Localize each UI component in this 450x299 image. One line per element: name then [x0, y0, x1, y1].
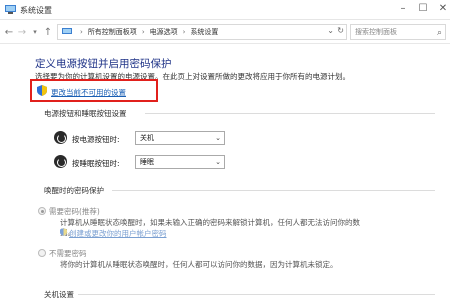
power-button-label: 按电源按钮时:	[72, 135, 120, 144]
shield-icon	[60, 228, 67, 236]
sleep-button-icon	[54, 155, 67, 168]
up-icon[interactable]: ↑	[42, 26, 54, 38]
breadcrumb-item-all-items[interactable]: 所有控制面板项	[88, 27, 137, 37]
minimize-button[interactable]: –	[396, 3, 410, 15]
change-unavailable-settings-link[interactable]: 更改当前不可用的设置	[51, 87, 126, 98]
address-bar: ← → ▾ ↑ › 所有控制面板项 › 电源选项 › 系统设置 ⌄ ↻ 搜索控制…	[0, 20, 450, 44]
require-password-label: 需要密码(推荐)	[49, 207, 100, 216]
sleep-button-label: 按睡眠按钮时:	[72, 159, 120, 168]
recent-locations-icon[interactable]: ▾	[29, 26, 41, 38]
forward-icon[interactable]: →	[16, 26, 28, 38]
breadcrumb-separator: ›	[141, 28, 145, 36]
maximize-button[interactable]: ☐	[416, 3, 430, 15]
section-heading-wake-password: 唤醒时的密码保护	[44, 186, 104, 195]
breadcrumb-item-system-settings[interactable]: 系统设置	[190, 27, 218, 37]
no-password-desc: 将你的计算机从睡眠状态唤醒时，任何人都可以访问你的数据，因为计算机未锁定。	[60, 260, 338, 269]
chevron-down-icon[interactable]: ⌄	[327, 26, 334, 35]
control-panel-icon	[5, 5, 16, 14]
section-heading-buttons: 电源按钮和睡眠按钮设置	[44, 109, 127, 118]
breadcrumb-separator: ›	[80, 28, 83, 36]
chevron-down-icon: ⌄	[215, 134, 221, 142]
back-icon[interactable]: ←	[3, 26, 15, 38]
breadcrumb-item-power-options[interactable]: 电源选项	[150, 27, 178, 37]
breadcrumb[interactable]: › 所有控制面板项 › 电源选项 › 系统设置 ⌄ ↻	[57, 24, 347, 40]
power-button-action-select[interactable]: 关机 ⌄	[135, 131, 225, 145]
control-panel-folder-icon	[62, 28, 72, 34]
search-placeholder: 搜索控制面板	[355, 28, 397, 36]
search-icon: ⌕	[436, 28, 442, 38]
require-password-desc-line-1: 计算机从睡眠状态唤醒时，如果未输入正确的密码来解锁计算机，任何人都无法访问你的数	[60, 218, 360, 227]
shield-icon	[37, 85, 47, 96]
section-heading-shutdown: 关机设置	[44, 290, 74, 299]
window-title: 系统设置	[20, 6, 52, 15]
chevron-down-icon: ⌄	[215, 158, 221, 166]
no-password-label: 不需要密码	[49, 249, 87, 258]
create-change-password-link[interactable]: 创建或更改你的用户帐户密码	[69, 228, 167, 239]
close-button[interactable]: ✕	[436, 3, 450, 15]
title-bar: 系统设置 – ☐ ✕	[0, 0, 450, 20]
section-divider	[112, 190, 435, 191]
sleep-button-action-value: 睡眠	[140, 158, 154, 166]
power-button-action-value: 关机	[140, 134, 154, 142]
refresh-icon[interactable]: ↻	[337, 26, 344, 35]
page-title: 定义电源按钮并启用密码保护	[35, 58, 172, 70]
search-input[interactable]: 搜索控制面板 ⌕	[350, 24, 446, 40]
no-password-radio[interactable]	[38, 249, 46, 257]
breadcrumb-separator: ›	[182, 28, 186, 36]
section-divider	[78, 294, 435, 295]
sleep-button-action-select[interactable]: 睡眠 ⌄	[135, 155, 225, 169]
section-divider	[145, 113, 435, 114]
require-password-radio[interactable]	[38, 207, 46, 215]
power-button-icon	[54, 131, 67, 144]
